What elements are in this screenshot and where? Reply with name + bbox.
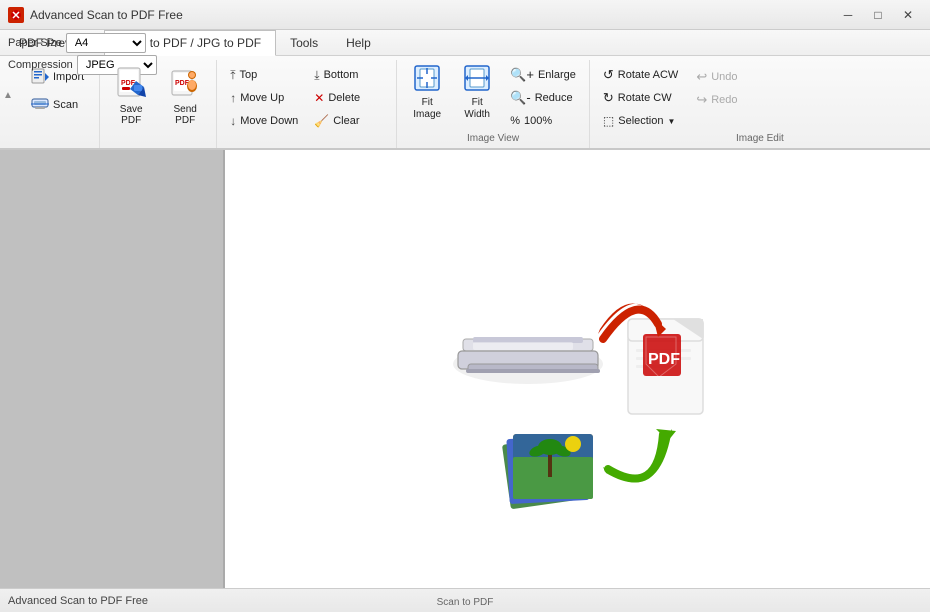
move-up-label: Move Up xyxy=(240,92,284,104)
send-pdf-label: SendPDF xyxy=(174,104,197,126)
tab-tools[interactable]: Tools xyxy=(276,30,332,56)
rotate-cw-button[interactable]: ↻ Rotate CW xyxy=(596,87,685,109)
fit-width-button[interactable]: FitWidth xyxy=(453,62,501,122)
ribbon-section-image-view: FitImage FitWidth 🔍+ xyxy=(397,60,590,148)
undo-redo-col: ↩ Undo ↪ Redo xyxy=(689,62,744,111)
bottom-icon: ⤓ xyxy=(314,68,319,83)
send-pdf-icon: PDF xyxy=(170,67,200,102)
delete-icon: ✕ xyxy=(314,91,324,105)
scan-label: Scan xyxy=(53,99,78,111)
undo-icon: ↩ xyxy=(696,69,707,85)
zoom-col: 🔍+ Enlarge 🔍- Reduce % 100% xyxy=(503,62,583,132)
paper-size-select[interactable]: A4 Letter Legal xyxy=(66,33,146,53)
undo-button: ↩ Undo xyxy=(689,66,744,88)
scan-icon xyxy=(31,95,49,116)
minimize-button[interactable]: ─ xyxy=(834,5,862,25)
main-area: PDF xyxy=(0,150,930,588)
fit-width-label: FitWidth xyxy=(464,97,490,121)
ribbon-section-save: PDF SavePDF PDF xyxy=(100,60,217,148)
window-controls: ─ □ ✕ xyxy=(834,5,922,25)
tab-help[interactable]: Help xyxy=(332,30,385,56)
rotate-col: ↺ Rotate ACW ↻ Rotate CW ⬚ Selection ▼ xyxy=(596,62,685,132)
enlarge-button[interactable]: 🔍+ Enlarge xyxy=(503,64,583,86)
reduce-label: Reduce xyxy=(535,92,573,104)
illustration-svg: PDF xyxy=(418,209,738,529)
reduce-icon: 🔍- xyxy=(510,90,531,106)
selection-label: Selection xyxy=(618,115,663,127)
scan-button[interactable]: Scan xyxy=(24,92,85,118)
fit-image-button[interactable]: FitImage xyxy=(403,62,451,122)
clear-icon: 🧹 xyxy=(314,114,329,128)
zoom-percent-button[interactable]: % 100% xyxy=(503,110,583,132)
title-bar: Advanced Scan to PDF Free ─ □ ✕ xyxy=(0,0,930,30)
move-col-1: ⤒ Top ↑ Move Up ↓ Move Down xyxy=(223,62,305,132)
save-pdf-label: SavePDF xyxy=(120,104,143,126)
clear-button[interactable]: 🧹 Clear xyxy=(307,110,367,132)
fit-image-label: FitImage xyxy=(413,97,441,121)
paper-size-row: Paper Size A4 Letter Legal xyxy=(4,32,150,54)
move-down-icon: ↓ xyxy=(230,114,236,128)
rotate-acw-icon: ↺ xyxy=(603,67,614,83)
move-down-button[interactable]: ↓ Move Down xyxy=(223,110,305,132)
app-illustration: PDF xyxy=(418,199,738,539)
zoom-icon: % xyxy=(510,115,520,127)
top-label: Top xyxy=(240,69,258,81)
save-pdf-button[interactable]: PDF SavePDF xyxy=(106,66,156,126)
bottom-button[interactable]: ⤓ Bottom xyxy=(307,64,367,86)
fit-image-icon xyxy=(413,64,441,95)
undo-label: Undo xyxy=(711,71,737,83)
top-icon: ⤒ xyxy=(230,68,235,83)
delete-button[interactable]: ✕ Delete xyxy=(307,87,367,109)
move-up-icon: ↑ xyxy=(230,91,236,105)
top-button[interactable]: ⤒ Top xyxy=(223,64,305,86)
rotate-acw-label: Rotate ACW xyxy=(618,69,679,81)
compression-label: Compression xyxy=(8,59,73,71)
reduce-button[interactable]: 🔍- Reduce xyxy=(503,87,583,109)
ribbon-section-image-edit: ↺ Rotate ACW ↻ Rotate CW ⬚ Selection ▼ ↩… xyxy=(590,60,930,148)
selection-icon: ⬚ xyxy=(603,114,614,128)
enlarge-label: Enlarge xyxy=(538,69,576,81)
scan-section-label: Scan to PDF xyxy=(0,597,930,608)
svg-text:PDF: PDF xyxy=(648,351,680,368)
content-area: PDF xyxy=(225,150,930,588)
rotate-cw-icon: ↻ xyxy=(603,90,614,106)
move-col-2: ⤓ Bottom ✕ Delete 🧹 Clear xyxy=(307,62,367,132)
enlarge-icon: 🔍+ xyxy=(510,67,534,83)
selection-button[interactable]: ⬚ Selection ▼ xyxy=(596,110,685,132)
fit-width-icon xyxy=(463,64,491,95)
save-pdf-icon: PDF xyxy=(116,67,146,102)
image-edit-label: Image Edit xyxy=(590,133,930,144)
ribbon-section-scan: Import Scan Paper Size A4 Le xyxy=(16,60,100,148)
bottom-label: Bottom xyxy=(324,69,359,81)
ribbon-section-move: ⤒ Top ↑ Move Up ↓ Move Down ⤓ Bottom xyxy=(217,60,397,148)
window-title: Advanced Scan to PDF Free xyxy=(30,8,183,22)
selection-dropdown-icon: ▼ xyxy=(668,117,676,126)
send-pdf-button[interactable]: PDF SendPDF xyxy=(160,66,210,126)
redo-label: Redo xyxy=(711,94,737,106)
clear-label: Clear xyxy=(333,115,359,127)
close-button[interactable]: ✕ xyxy=(894,5,922,25)
image-view-label: Image View xyxy=(397,133,589,144)
zoom-label: 100% xyxy=(524,115,552,127)
ribbon: ▲ Import xyxy=(0,56,930,150)
delete-label: Delete xyxy=(328,92,360,104)
move-down-label: Move Down xyxy=(240,115,298,127)
redo-button: ↪ Redo xyxy=(689,89,744,111)
title-bar-left: Advanced Scan to PDF Free xyxy=(8,7,183,23)
thumbnail-panel xyxy=(0,150,225,588)
app-icon xyxy=(8,7,24,23)
redo-icon: ↪ xyxy=(696,92,707,108)
maximize-button[interactable]: □ xyxy=(864,5,892,25)
rotate-cw-label: Rotate CW xyxy=(618,92,672,104)
rotate-acw-button[interactable]: ↺ Rotate ACW xyxy=(596,64,685,86)
paper-size-label: Paper Size xyxy=(8,37,62,49)
move-up-button[interactable]: ↑ Move Up xyxy=(223,87,305,109)
